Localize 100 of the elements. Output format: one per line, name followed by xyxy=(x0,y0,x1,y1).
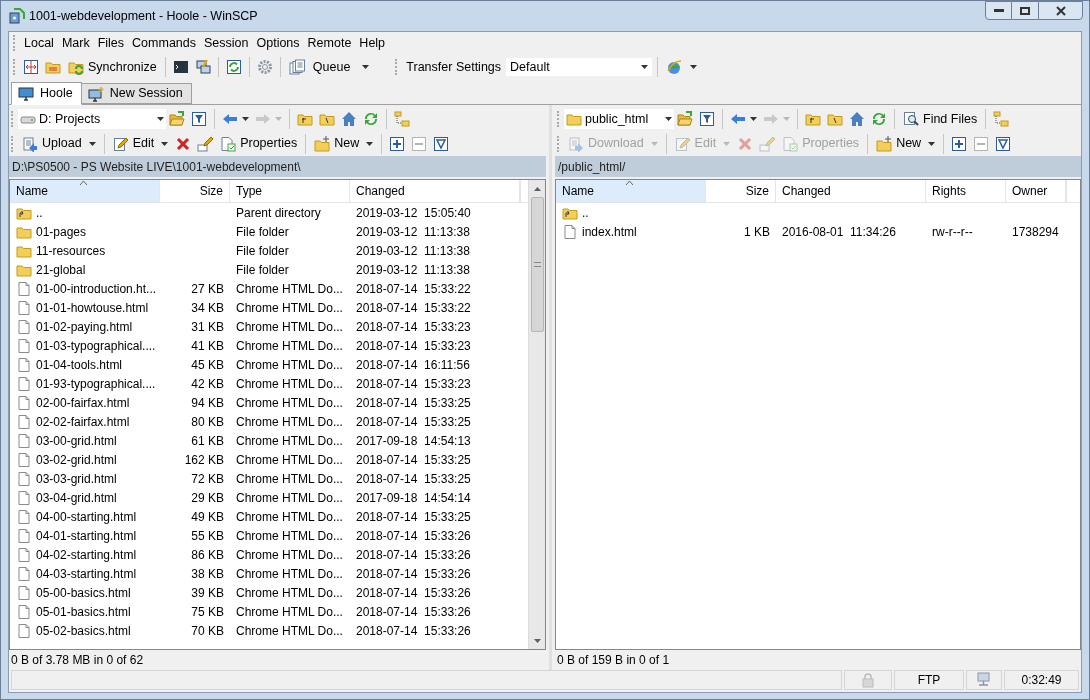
menu-item[interactable]: Help xyxy=(355,33,390,53)
column-header[interactable]: Size xyxy=(160,180,230,202)
rename-icon xyxy=(759,135,776,152)
menu-item[interactable]: Options xyxy=(252,33,304,53)
reload-icon xyxy=(225,59,242,75)
table-cell-text: 2017-09-18 14:54:14 xyxy=(356,489,471,507)
scroll-up-icon[interactable] xyxy=(533,186,541,191)
file-icon xyxy=(16,565,32,582)
new-button[interactable]: New xyxy=(310,132,378,155)
maximize-button[interactable] xyxy=(1012,1,1038,20)
column-header[interactable]: Size xyxy=(706,180,776,202)
table-cell-text: Chrome HTML Do... xyxy=(236,394,343,412)
file-name[interactable]: 05-00-basics.html xyxy=(36,583,131,602)
table-cell-text: 1 KB xyxy=(744,223,770,241)
new-button[interactable]: New xyxy=(872,132,940,155)
unselect-icon xyxy=(411,135,428,152)
scroll-down-icon[interactable] xyxy=(533,638,541,643)
file-name[interactable]: index.html xyxy=(582,222,637,241)
menu-item[interactable]: Local xyxy=(20,33,58,53)
file-name[interactable]: 04-00-starting.html xyxy=(36,507,137,526)
find-files-button[interactable]: Find Files xyxy=(899,108,982,130)
file-name[interactable]: 01-93-typographical.... xyxy=(36,374,156,393)
column-header[interactable]: Changed xyxy=(350,180,520,202)
menu-item[interactable]: Session xyxy=(200,33,253,53)
file-name[interactable]: 04-01-starting.html xyxy=(36,526,137,545)
caret-icon[interactable] xyxy=(161,141,169,146)
file-name[interactable]: 01-pages xyxy=(36,222,87,241)
file-icon xyxy=(16,489,32,506)
caret-icon[interactable] xyxy=(928,141,936,146)
menu-item[interactable]: Mark xyxy=(57,33,94,53)
open-folder-icon xyxy=(677,111,693,127)
back-arrow-icon xyxy=(222,111,238,127)
globe-icon xyxy=(666,59,683,75)
table-cell-text: 2018-07-14 15:33:26 xyxy=(356,565,471,583)
caret-icon[interactable] xyxy=(641,65,649,69)
session-tab[interactable]: Hoole xyxy=(11,82,82,105)
file-name[interactable]: 05-01-basics.html xyxy=(36,602,131,621)
window-title: 1001-webdevelopment - Hoole - WinSCP xyxy=(29,7,258,25)
table-cell-text: 27 KB xyxy=(191,280,224,298)
file-name[interactable]: 04-02-starting.html xyxy=(36,545,137,564)
transfer-settings-dropdown[interactable]: Default xyxy=(505,57,654,77)
home-icon xyxy=(849,111,865,127)
select-icon xyxy=(951,135,968,152)
menu-item[interactable]: Commands xyxy=(128,33,200,53)
column-header[interactable]: Rights xyxy=(926,180,1006,202)
file-name[interactable]: 02-02-fairfax.html xyxy=(36,412,130,431)
caret-icon[interactable] xyxy=(157,117,164,121)
caret-icon[interactable] xyxy=(366,141,374,146)
table-cell-text: Chrome HTML Do... xyxy=(236,527,343,545)
upload-button[interactable]: Upload xyxy=(18,132,100,155)
properties-button[interactable]: Properties xyxy=(216,132,302,155)
close-button[interactable] xyxy=(1038,1,1083,20)
table-cell-text: Chrome HTML Do... xyxy=(236,375,343,393)
column-header[interactable]: Owner xyxy=(1006,180,1066,202)
file-name[interactable]: 04-03-starting.html xyxy=(36,564,137,583)
column-header[interactable]: Name xyxy=(556,180,706,202)
location-dropdown[interactable]: public_html xyxy=(564,109,674,129)
tree-icon xyxy=(993,111,1010,127)
selection-summary: 0 B of 159 B in 0 of 1 xyxy=(557,652,670,669)
file-name[interactable]: .. xyxy=(582,203,589,222)
minimize-button[interactable] xyxy=(985,1,1012,20)
file-name[interactable]: 11-resources xyxy=(36,241,106,260)
column-header[interactable]: Name xyxy=(10,180,160,202)
caret-icon[interactable] xyxy=(750,117,757,121)
column-header[interactable]: Type xyxy=(230,180,350,202)
table-cell-text: 2018-07-14 15:33:25 xyxy=(356,470,471,488)
file-name[interactable]: 03-02-grid.html xyxy=(36,450,117,469)
edit-button[interactable]: Edit xyxy=(108,132,173,155)
caret-icon[interactable] xyxy=(665,117,672,121)
file-name[interactable]: 01-03-typographical.... xyxy=(36,336,156,355)
menu-item[interactable]: Files xyxy=(93,33,129,53)
delete-icon xyxy=(737,135,754,152)
file-name[interactable]: 01-04-tools.html xyxy=(36,355,123,374)
file-name[interactable]: 01-02-paying.html xyxy=(36,317,133,336)
table-cell-text: 86 KB xyxy=(191,546,224,564)
menu-item[interactable]: Remote xyxy=(303,33,356,53)
file-icon xyxy=(16,375,32,392)
caret-icon[interactable] xyxy=(690,65,698,69)
file-name[interactable]: .. xyxy=(36,203,43,222)
root-folder-icon xyxy=(319,111,335,127)
queue-button[interactable]: Queue xyxy=(284,56,374,78)
file-name[interactable]: 05-02-basics.html xyxy=(36,621,131,640)
synchronize-button[interactable]: Synchronize xyxy=(64,56,161,78)
caret-icon[interactable] xyxy=(362,65,370,69)
table-cell-text: Chrome HTML Do... xyxy=(236,622,343,640)
location-dropdown[interactable]: D: Projects xyxy=(18,109,166,129)
file-name[interactable]: 01-01-howtouse.html xyxy=(36,298,149,317)
session-tab[interactable]: New Session xyxy=(80,83,192,104)
file-name[interactable]: 03-00-grid.html xyxy=(36,431,117,450)
caret-icon[interactable] xyxy=(242,117,249,121)
file-name[interactable]: 02-00-fairfax.html xyxy=(36,393,130,412)
scrollbar[interactable] xyxy=(528,180,545,649)
file-name[interactable]: 21-global xyxy=(36,260,86,279)
file-name[interactable]: 03-04-grid.html xyxy=(36,488,117,507)
caret-icon[interactable] xyxy=(88,141,96,146)
selection-summary: 0 B of 3.78 MB in 0 of 62 xyxy=(11,652,144,669)
file-name[interactable]: 01-00-introduction.ht... xyxy=(36,279,157,298)
column-header[interactable]: Changed xyxy=(776,180,926,202)
file-name[interactable]: 03-03-grid.html xyxy=(36,469,117,488)
app-icon xyxy=(9,8,25,24)
